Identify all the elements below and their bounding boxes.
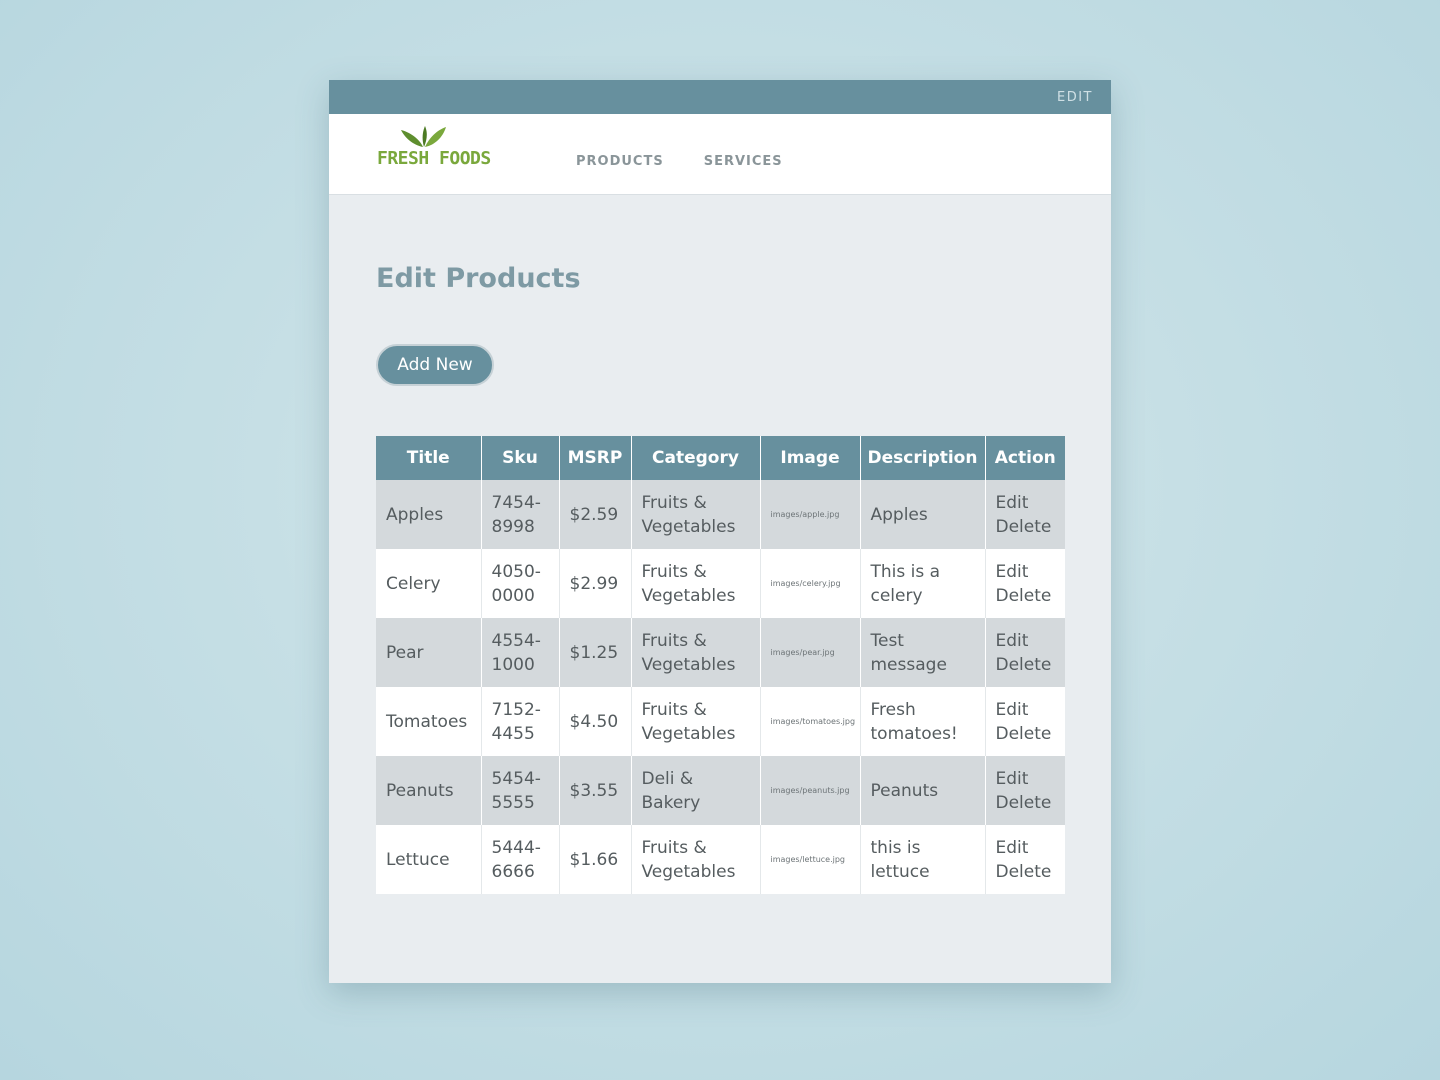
cell-msrp: $4.50: [558, 687, 631, 756]
column-header-category[interactable]: Category: [630, 436, 760, 480]
cell-title: Celery: [376, 549, 481, 618]
cell-image: images/pear.jpg: [759, 618, 860, 687]
cell-image: images/celery.jpg: [759, 549, 860, 618]
main-nav: PRODUCTS SERVICES: [576, 154, 783, 169]
delete-link[interactable]: Delete: [996, 860, 1056, 884]
logo[interactable]: FRESH FOODS: [377, 124, 497, 172]
edit-link[interactable]: Edit: [996, 836, 1056, 860]
cell-category: Fruits & Vegetables: [630, 480, 760, 549]
cell-description: Apples: [859, 480, 985, 549]
column-header-image[interactable]: Image: [759, 436, 860, 480]
cell-category: Deli & Bakery: [630, 756, 760, 825]
edit-link[interactable]: Edit: [996, 629, 1056, 653]
cell-sku: 5454-5555: [480, 756, 559, 825]
cell-sku: 5444-6666: [480, 825, 559, 894]
cell-image: images/lettuce.jpg: [759, 825, 860, 894]
main-content: Edit Products Add New Title Sku MSRP Cat…: [329, 195, 1111, 894]
products-table: Title Sku MSRP Category Image Descriptio…: [376, 436, 1065, 894]
table-row: Tomatoes 7152-4455 $4.50 Fruits & Vegeta…: [376, 687, 1065, 756]
cell-action: Edit Delete: [984, 687, 1065, 756]
top-bar: EDIT: [329, 80, 1111, 114]
cell-image: images/tomatoes.jpg: [759, 687, 860, 756]
column-header-title[interactable]: Title: [376, 436, 481, 480]
table-row: Lettuce 5444-6666 $1.66 Fruits & Vegetab…: [376, 825, 1065, 894]
cell-sku: 4050-0000: [480, 549, 559, 618]
cell-description: Fresh tomatoes!: [859, 687, 985, 756]
cell-category: Fruits & Vegetables: [630, 687, 760, 756]
cell-title: Lettuce: [376, 825, 481, 894]
cell-image: images/apple.jpg: [759, 480, 860, 549]
cell-msrp: $1.25: [558, 618, 631, 687]
site-header: FRESH FOODS PRODUCTS SERVICES: [329, 114, 1111, 195]
table-row: Pear 4554-1000 $1.25 Fruits & Vegetables…: [376, 618, 1065, 687]
cell-description: This is a celery: [859, 549, 985, 618]
cell-action: Edit Delete: [984, 618, 1065, 687]
cell-description: this is lettuce: [859, 825, 985, 894]
table-row: Peanuts 5454-5555 $3.55 Deli & Bakery im…: [376, 756, 1065, 825]
cell-msrp: $2.99: [558, 549, 631, 618]
table-header-row: Title Sku MSRP Category Image Descriptio…: [376, 436, 1065, 480]
edit-link[interactable]: Edit: [996, 491, 1056, 515]
delete-link[interactable]: Delete: [996, 515, 1056, 539]
cell-description: Peanuts: [859, 756, 985, 825]
cell-msrp: $3.55: [558, 756, 631, 825]
app-window: EDIT FRESH FOODS PRODUCTS SERVICES Edit …: [329, 80, 1111, 983]
cell-title: Tomatoes: [376, 687, 481, 756]
table-row: Celery 4050-0000 $2.99 Fruits & Vegetabl…: [376, 549, 1065, 618]
cell-category: Fruits & Vegetables: [630, 618, 760, 687]
cell-title: Pear: [376, 618, 481, 687]
cell-sku: 4554-1000: [480, 618, 559, 687]
cell-action: Edit Delete: [984, 825, 1065, 894]
column-header-action[interactable]: Action: [984, 436, 1065, 480]
edit-link[interactable]: Edit: [996, 560, 1056, 584]
edit-link[interactable]: Edit: [996, 767, 1056, 791]
table-row: Apples 7454-8998 $2.59 Fruits & Vegetabl…: [376, 480, 1065, 549]
cell-msrp: $2.59: [558, 480, 631, 549]
add-new-button[interactable]: Add New: [376, 344, 494, 386]
column-header-sku[interactable]: Sku: [480, 436, 559, 480]
cell-sku: 7454-8998: [480, 480, 559, 549]
cell-title: Peanuts: [376, 756, 481, 825]
edit-link[interactable]: EDIT: [1057, 90, 1093, 105]
edit-link[interactable]: Edit: [996, 698, 1056, 722]
nav-products[interactable]: PRODUCTS: [576, 154, 664, 169]
cell-category: Fruits & Vegetables: [630, 549, 760, 618]
cell-action: Edit Delete: [984, 756, 1065, 825]
cell-action: Edit Delete: [984, 549, 1065, 618]
delete-link[interactable]: Delete: [996, 584, 1056, 608]
page-title: Edit Products: [376, 263, 581, 294]
cell-category: Fruits & Vegetables: [630, 825, 760, 894]
logo-text: FRESH FOODS: [377, 148, 491, 169]
cell-action: Edit Delete: [984, 480, 1065, 549]
leaf-icon: [401, 126, 446, 147]
cell-sku: 7152-4455: [480, 687, 559, 756]
column-header-msrp[interactable]: MSRP: [558, 436, 631, 480]
cell-msrp: $1.66: [558, 825, 631, 894]
cell-title: Apples: [376, 480, 481, 549]
delete-link[interactable]: Delete: [996, 653, 1056, 677]
delete-link[interactable]: Delete: [996, 722, 1056, 746]
nav-services[interactable]: SERVICES: [704, 154, 783, 169]
delete-link[interactable]: Delete: [996, 791, 1056, 815]
cell-image: images/peanuts.jpg: [759, 756, 860, 825]
cell-description: Test message: [859, 618, 985, 687]
column-header-description[interactable]: Description: [859, 436, 985, 480]
